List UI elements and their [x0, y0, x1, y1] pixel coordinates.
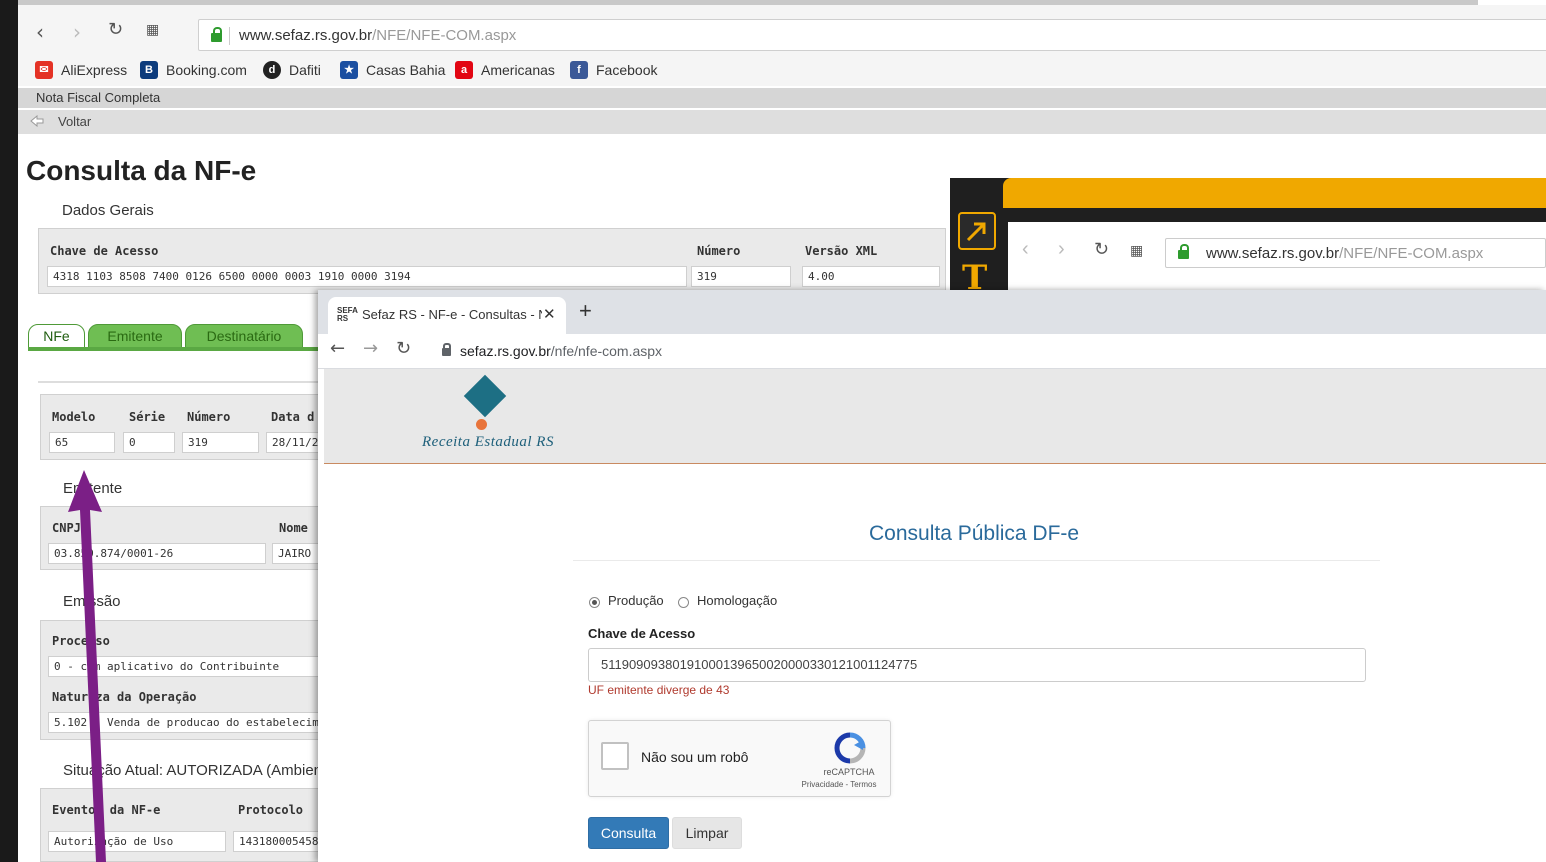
bookmark-dafiti[interactable]: d Dafiti: [263, 60, 321, 80]
radio-producao-label: Produção: [608, 593, 664, 608]
front-toolbar: ← → ↻ sefaz.rs.gov.br/nfe/nfe-com.aspx: [318, 334, 1546, 369]
third-lock-icon: [1178, 244, 1189, 259]
serie-label: Série: [129, 410, 166, 424]
dados-gerais-panel: Chave de Acesso 4318 1103 8508 7400 0126…: [38, 228, 946, 294]
forward-icon[interactable]: ›: [73, 20, 81, 44]
back-icon[interactable]: ←: [330, 338, 345, 359]
divider: [38, 381, 318, 383]
dados-gerais-heading: Dados Gerais: [62, 202, 154, 219]
sefaz-favicon: SEFA RS: [337, 306, 358, 323]
reload-icon[interactable]: ↻: [108, 19, 123, 40]
chave-label: Chave de Acesso: [50, 244, 159, 258]
third-back-icon[interactable]: ‹: [1022, 238, 1029, 261]
forward-icon[interactable]: →: [363, 338, 378, 359]
front-browser-window: SEFA RS Sefaz RS - NF-e - Consultas - No…: [318, 290, 1546, 862]
tab-title: Sefaz RS - NF-e - Consultas - Nota: [362, 307, 542, 322]
browser-tab[interactable]: SEFA RS Sefaz RS - NF-e - Consultas - No…: [328, 297, 566, 334]
consulta-button[interactable]: Consulta: [588, 817, 669, 849]
back-icon[interactable]: ‹: [36, 20, 44, 44]
new-tab-icon[interactable]: +: [579, 300, 592, 322]
title-divider: [573, 560, 1380, 561]
limpar-button[interactable]: Limpar: [672, 817, 742, 849]
chave-acesso-label: Chave de Acesso: [588, 626, 696, 641]
receita-logo-dot: [476, 419, 487, 430]
recaptcha-checkbox[interactable]: [601, 742, 629, 770]
recaptcha-logo-icon: [834, 732, 866, 764]
voltar-link[interactable]: Voltar: [58, 114, 91, 129]
close-tab-icon[interactable]: ✕: [543, 305, 556, 323]
chave-acesso-input[interactable]: 5119090938019100013965002000033012100112…: [588, 648, 1366, 682]
lock-icon: [442, 343, 451, 356]
facebook-icon: f: [570, 61, 588, 79]
third-url-text: www.sefaz.rs.gov.br/NFE/NFE-COM.aspx: [1206, 245, 1484, 262]
modelo-label: Modelo: [52, 410, 96, 424]
nome-label: Nome: [279, 521, 308, 535]
annotation-arrow: [68, 470, 106, 862]
bookmark-casas-bahia[interactable]: ★ Casas Bahia: [340, 60, 445, 80]
reload-icon[interactable]: ↻: [396, 338, 411, 359]
bookmarks-bar: ✉ AliExpress B Booking.com d Dafiti ★ Casas …: [18, 54, 1546, 86]
versao-label: Versão XML: [805, 244, 878, 258]
front-url-text[interactable]: sefaz.rs.gov.br/nfe/nfe-com.aspx: [460, 343, 662, 359]
bg-url-text: www.sefaz.rs.gov.br/NFE/NFE-COM.aspx: [239, 27, 517, 44]
nfe-data-panel: Modelo 65 Série 0 Número 319 Data d 28/1…: [40, 394, 340, 460]
radio-homologacao[interactable]: [678, 597, 689, 608]
data-label: Data d: [271, 410, 315, 424]
numero2-field: 319: [182, 432, 259, 453]
desktop-edge: [0, 0, 18, 862]
third-window-titlebar: [1003, 178, 1546, 208]
back-arrow-icon[interactable]: [30, 115, 44, 127]
tab-strip: SEFA RS Sefaz RS - NF-e - Consultas - No…: [318, 290, 1546, 334]
consulta-title: Consulta Pública DF-e: [869, 522, 1080, 545]
third-forward-icon[interactable]: ›: [1058, 238, 1065, 261]
tab-underline: [28, 347, 318, 351]
radio-producao[interactable]: [589, 597, 600, 608]
casas-bahia-icon: ★: [340, 61, 358, 79]
validation-error: UF emitente diverge de 43: [588, 683, 730, 697]
tab-destinatario[interactable]: Destinatário: [185, 324, 303, 348]
recaptcha-widget: Não sou um robô reCAPTCHA Privacidade - …: [588, 720, 891, 797]
apps-grid-icon[interactable]: ▦: [146, 22, 159, 38]
bookmark-facebook[interactable]: f Facebook: [570, 60, 657, 80]
nf-completa-bar: Nota Fiscal Completa: [18, 88, 1546, 108]
dafiti-icon: d: [263, 61, 281, 79]
page-title: Consulta da NF-e: [26, 155, 257, 186]
recaptcha-links[interactable]: Privacidade - Termos: [789, 780, 889, 789]
lock-icon: [211, 27, 222, 42]
recaptcha-brand: reCAPTCHA: [823, 767, 875, 777]
bookmark-booking[interactable]: B Booking.com: [140, 60, 247, 80]
booking-icon: B: [140, 61, 158, 79]
americanas-icon: a: [455, 61, 473, 79]
receita-logo-text: Receita Estadual RS: [422, 434, 554, 450]
voltar-bar: Voltar: [18, 110, 1546, 134]
url-separator: [229, 27, 230, 45]
versao-field: 4.00: [802, 266, 940, 287]
numero-label: Número: [697, 244, 741, 258]
bookmark-aliexpress[interactable]: ✉ AliExpress: [35, 60, 127, 80]
bg-browser-toolbar: ‹ › ↻ ▦ www.sefaz.rs.gov.br/NFE/NFE-COM.…: [18, 5, 1546, 54]
recaptcha-label: Não sou um robô: [641, 749, 749, 765]
modelo-field: 65: [49, 432, 115, 453]
numero-field: 319: [691, 266, 791, 287]
tab-emitente[interactable]: Emitente: [88, 324, 182, 348]
third-address-bar[interactable]: www.sefaz.rs.gov.br/NFE/NFE-COM.aspx: [1165, 238, 1546, 268]
protocolo-label: Protocolo: [238, 803, 304, 817]
radio-homologacao-label: Homologação: [697, 593, 778, 608]
tab-nfe[interactable]: NFe: [28, 324, 85, 348]
bookmark-americanas[interactable]: a Americanas: [455, 60, 555, 80]
aliexpress-icon: ✉: [35, 61, 53, 79]
third-apps-icon[interactable]: ▦: [1130, 242, 1143, 259]
third-reload-icon[interactable]: ↻: [1094, 239, 1109, 260]
serie-field: 0: [123, 432, 175, 453]
expand-arrow-icon[interactable]: [958, 212, 996, 250]
bg-address-bar[interactable]: www.sefaz.rs.gov.br/NFE/NFE-COM.aspx: [198, 19, 1546, 51]
chave-field: 4318 1103 8508 7400 0126 6500 0000 0003 …: [47, 266, 687, 287]
numero2-label: Número: [187, 410, 231, 424]
